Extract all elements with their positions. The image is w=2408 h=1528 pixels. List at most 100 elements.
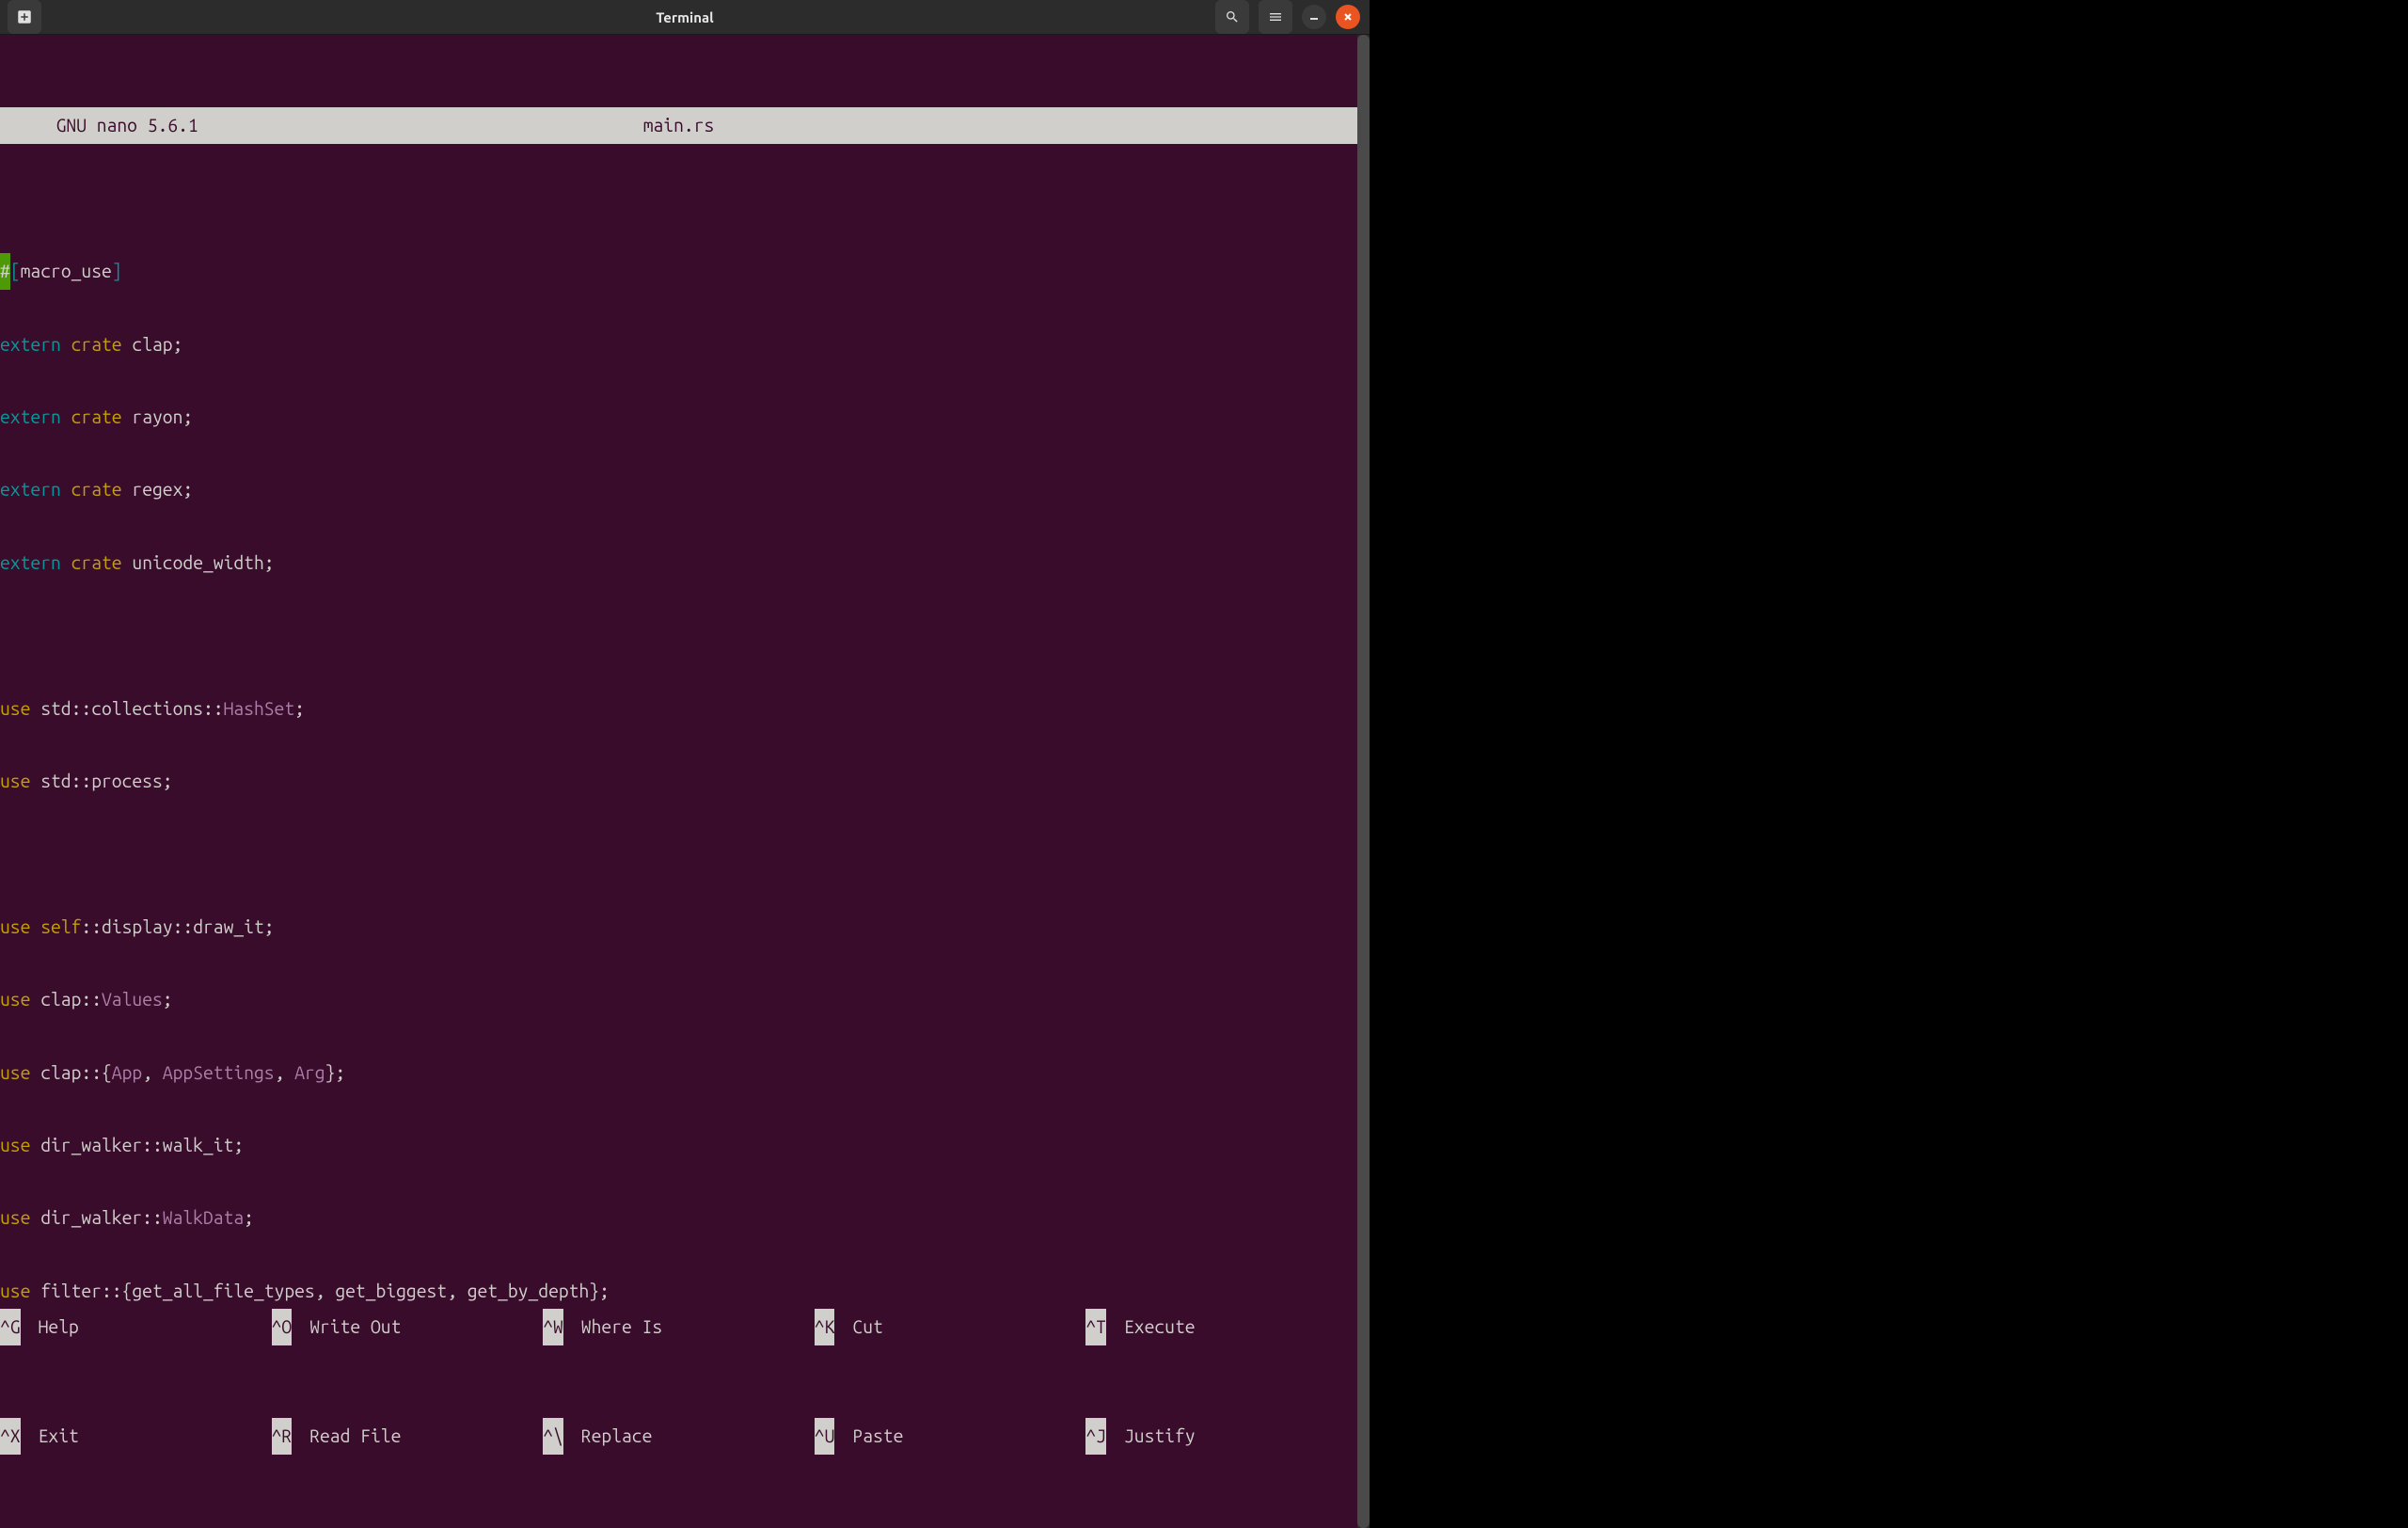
shortcut-label: Where Is <box>563 1309 662 1345</box>
shortcut-label: Cut <box>834 1309 882 1345</box>
code-line: #[macro_use] <box>0 253 1357 290</box>
code-line: use clap::Values; <box>0 981 1357 1018</box>
nano-header: GNU nano 5.6.1 main.rs <box>0 107 1357 144</box>
shortcut-key: ^U <box>815 1418 835 1455</box>
editor-body: #[macro_use] extern crate clap; extern c… <box>0 217 1357 1382</box>
tok <box>61 552 71 573</box>
scrollbar-thumb[interactable] <box>1357 35 1370 1528</box>
tok: }; <box>325 1062 346 1083</box>
code-line: use clap::{App, AppSettings, Arg}; <box>0 1055 1357 1091</box>
terminal-area[interactable]: GNU nano 5.6.1 main.rs #[macro_use] exte… <box>0 35 1370 1528</box>
tok: extern <box>0 334 61 355</box>
cursor: # <box>0 253 10 290</box>
titlebar-right <box>1215 0 1370 34</box>
shortcut-row: ^XExit ^RRead File ^\Replace ^UPaste ^JJ… <box>0 1418 1357 1455</box>
tok <box>61 334 71 355</box>
tok: ; <box>244 1207 254 1228</box>
code-line <box>0 617 1357 654</box>
shortcut-writeout: ^OWrite Out <box>272 1309 544 1345</box>
tok: std::collections:: <box>30 698 223 719</box>
tok: clap:: <box>30 989 102 1010</box>
shortcut-replace: ^\Replace <box>543 1418 815 1455</box>
nano-filename: main.rs <box>643 107 715 144</box>
shortcut-key: ^\ <box>543 1418 563 1455</box>
hamburger-icon <box>1268 9 1283 24</box>
shortcut-readfile: ^RRead File <box>272 1418 544 1455</box>
nano-app-name: GNU nano 5.6.1 <box>0 107 198 144</box>
shortcut-key: ^O <box>272 1309 293 1345</box>
tok: use <box>0 916 30 937</box>
shortcut-exit: ^XExit <box>0 1418 272 1455</box>
tok: Arg <box>294 1062 325 1083</box>
shortcut-help: ^GHelp <box>0 1309 272 1345</box>
shortcut-label: Exit <box>21 1418 79 1455</box>
terminal-content: GNU nano 5.6.1 main.rs #[macro_use] exte… <box>0 35 1357 1528</box>
shortcut-label: Justify <box>1106 1418 1196 1455</box>
code-line: use std::process; <box>0 763 1357 800</box>
scrollbar[interactable] <box>1357 35 1370 1528</box>
tok: dir_walker:: <box>30 1207 162 1228</box>
titlebar-left <box>0 0 41 34</box>
shortcut-label: Execute <box>1106 1309 1196 1345</box>
close-icon <box>1343 12 1353 22</box>
close-button[interactable] <box>1336 5 1360 29</box>
tok: use <box>0 771 30 791</box>
tok: crate <box>71 334 122 355</box>
new-tab-button[interactable] <box>8 0 41 34</box>
window-titlebar: Terminal <box>0 0 1370 35</box>
shortcut-justify: ^JJustify <box>1085 1418 1357 1455</box>
tok: self <box>40 916 81 937</box>
search-button[interactable] <box>1215 0 1249 34</box>
tok: ; <box>163 989 173 1010</box>
tok: WalkData <box>163 1207 244 1228</box>
shortcut-key: ^T <box>1085 1309 1106 1345</box>
tok: clap::{ <box>30 1062 111 1083</box>
tok: use <box>0 698 30 719</box>
shortcut-label: Write Out <box>292 1309 401 1345</box>
tok: regex; <box>122 479 194 500</box>
new-tab-icon <box>16 8 33 25</box>
code-line: extern crate clap; <box>0 326 1357 363</box>
code-line: extern crate regex; <box>0 471 1357 508</box>
shortcut-paste: ^UPaste <box>815 1418 1086 1455</box>
tok: HashSet <box>224 698 295 719</box>
tok: use <box>0 1062 30 1083</box>
tok: clap; <box>122 334 183 355</box>
shortcut-key: ^X <box>0 1418 21 1455</box>
tok: extern <box>0 552 61 573</box>
tok: ::display::draw_it; <box>81 916 274 937</box>
menu-button[interactable] <box>1259 0 1292 34</box>
tok <box>61 406 71 427</box>
code-line <box>0 836 1357 872</box>
tok: AppSettings <box>163 1062 275 1083</box>
tok: use <box>0 989 30 1010</box>
tok: extern <box>0 479 61 500</box>
shortcut-key: ^G <box>0 1309 21 1345</box>
shortcut-key: ^W <box>543 1309 563 1345</box>
code-line: use dir_walker::WalkData; <box>0 1200 1357 1236</box>
shortcut-key: ^J <box>1085 1418 1106 1455</box>
tok: App <box>112 1062 142 1083</box>
code-line: use dir_walker::walk_it; <box>0 1127 1357 1164</box>
tok: , <box>275 1062 295 1083</box>
shortcut-label: Paste <box>834 1418 903 1455</box>
shortcut-whereis: ^WWhere Is <box>543 1309 815 1345</box>
nano-footer: ^GHelp ^OWrite Out ^WWhere Is ^KCut ^TEx… <box>0 1236 1357 1528</box>
tok: crate <box>71 479 122 500</box>
tok: rayon; <box>122 406 194 427</box>
window-title: Terminal <box>656 9 713 25</box>
tok: ; <box>294 698 305 719</box>
tok: ] <box>112 261 122 281</box>
shortcut-key: ^K <box>815 1309 835 1345</box>
tok: Values <box>102 989 163 1010</box>
tok <box>30 916 40 937</box>
search-icon <box>1225 9 1240 24</box>
tok: extern <box>0 406 61 427</box>
shortcut-label: Replace <box>563 1418 653 1455</box>
code-line: extern crate unicode_width; <box>0 545 1357 581</box>
shortcut-cut: ^KCut <box>815 1309 1086 1345</box>
minimize-button[interactable] <box>1302 5 1326 29</box>
shortcut-key: ^R <box>272 1418 293 1455</box>
tok <box>61 479 71 500</box>
tok: use <box>0 1135 30 1155</box>
